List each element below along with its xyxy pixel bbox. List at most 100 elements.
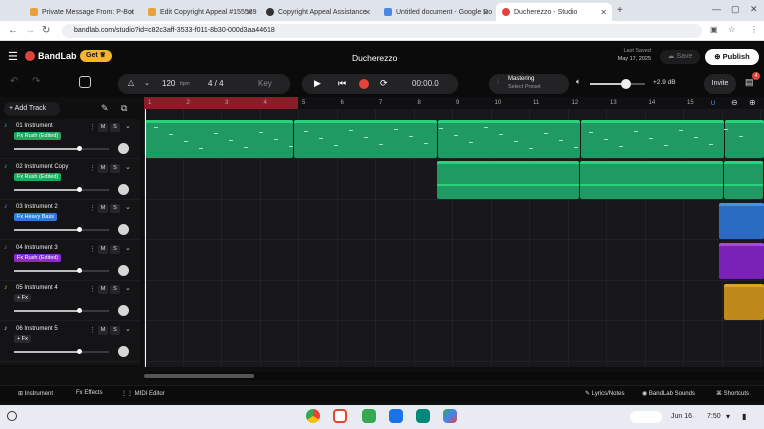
volume-knob[interactable] [76, 146, 82, 151]
midi-clip[interactable] [724, 161, 763, 199]
time-signature[interactable]: 4 / 4 [208, 79, 224, 88]
pan-knob[interactable] [118, 346, 129, 357]
horizontal-scrollbar[interactable] [144, 374, 254, 378]
chevron-down-icon[interactable]: ⌄ [125, 163, 131, 171]
track-volume-slider[interactable] [14, 186, 109, 192]
battery-icon[interactable]: ▮ [742, 412, 746, 421]
more-icon[interactable]: ⋮ [89, 326, 96, 334]
track-row[interactable]: ♪ 05 Instrument 4 + Fx ⋮ M S ⌄ [0, 281, 140, 322]
midi-clip[interactable] [725, 120, 764, 158]
meet-icon[interactable] [416, 409, 430, 423]
sheets-icon[interactable] [362, 409, 376, 423]
new-tab-icon[interactable]: + [617, 5, 623, 16]
chevron-down-icon[interactable]: ⌄ [125, 203, 131, 211]
chevron-down-icon[interactable]: ⌄ [144, 79, 150, 87]
track-row[interactable]: ♪ 04 Instrument 3 Fx Rush (Edited) ⋮ M S ⌄ [0, 241, 140, 281]
more-icon[interactable]: ⋮ [89, 123, 96, 131]
play-store-icon[interactable] [443, 409, 457, 423]
clock-label[interactable]: 7:50 [707, 413, 721, 420]
fx-badge[interactable]: Fx Rush (Edited) [14, 253, 62, 262]
solo-button[interactable]: S [110, 204, 120, 214]
midi-clip[interactable] [581, 120, 724, 158]
key-button[interactable]: Key [258, 79, 272, 88]
fx-badge[interactable]: Fx Heavy Bass [14, 213, 57, 222]
track-lane[interactable] [144, 322, 764, 362]
mute-button[interactable]: M [98, 244, 108, 254]
add-track-button[interactable]: + Add Track [4, 102, 60, 116]
close-icon[interactable]: ✕ [364, 8, 371, 17]
get-membership-button[interactable]: Get ♕ [80, 50, 112, 62]
midi-editor-tab[interactable]: ⋮⋮ MIDI Editor [121, 390, 165, 397]
tray-pill[interactable] [630, 411, 662, 423]
solo-button[interactable]: S [110, 285, 120, 295]
more-icon[interactable]: ⋮ [89, 245, 96, 253]
fx-badge[interactable]: Fx Rush (Edited) [14, 172, 62, 181]
close-icon[interactable]: ✕ [246, 8, 253, 17]
maximize-icon[interactable]: ▢ [731, 4, 740, 15]
minimize-icon[interactable]: — [712, 4, 721, 14]
track-row[interactable]: ♪ 01 Instrument Fx Rush (Edited) ⋮ M S ⌄ [0, 119, 140, 159]
view-toggle-icon[interactable] [79, 76, 91, 88]
midi-clip[interactable] [294, 120, 437, 158]
bandlab-sounds-tab[interactable]: ◉ BandLab Sounds [642, 390, 695, 397]
redo-icon[interactable]: ↷ [32, 76, 40, 87]
url-input[interactable]: bandlab.com/studio?id=c82c3aff-3533-f011… [62, 24, 702, 38]
track-name[interactable]: 04 Instrument 3 [16, 245, 58, 251]
gmail-icon[interactable] [333, 409, 347, 423]
pan-knob[interactable] [118, 183, 129, 195]
track-row[interactable]: ♪ 02 Instrument Copy Fx Rush (Edited) ⋮ M S ⌄ [0, 160, 140, 200]
project-title[interactable]: Ducherezzo [352, 53, 397, 63]
close-icon[interactable]: ✕ [482, 8, 489, 17]
midi-clip[interactable] [719, 203, 764, 239]
invite-button[interactable]: Invite [704, 74, 736, 94]
horizontal-scroll-track[interactable] [144, 372, 764, 380]
track-name[interactable]: 02 Instrument Copy [16, 164, 68, 170]
pan-knob[interactable] [118, 264, 129, 276]
effects-tab[interactable]: Fx Effects [76, 390, 103, 396]
hamburger-icon[interactable]: ☰ [8, 50, 18, 63]
pan-knob[interactable] [118, 305, 129, 317]
snap-icon[interactable]: ⧉ [121, 103, 127, 114]
track-volume-slider[interactable] [14, 227, 109, 233]
track-lane[interactable] [144, 241, 764, 281]
midi-clip[interactable] [724, 284, 764, 320]
midi-clip[interactable] [580, 161, 723, 199]
instrument-tab[interactable]: ⊞ Instrument [18, 390, 53, 397]
tab-google-doc[interactable]: Untitled document - Google Do ✕ [378, 3, 494, 21]
bookmark-icon[interactable]: ☆ [728, 25, 735, 34]
midi-clip[interactable] [719, 243, 764, 279]
track-row[interactable]: ♪ 03 Instrument 2 Fx Heavy Bass ⋮ M S ⌄ [0, 200, 140, 241]
track-name[interactable]: 01 Instrument [16, 123, 53, 129]
more-icon[interactable]: ⋮ [89, 285, 96, 293]
tab-studio[interactable]: Ducherezzo - Studio ✕ [496, 3, 612, 21]
lyrics-notes-tab[interactable]: ✎ Lyrics/Notes [585, 390, 625, 397]
bpm-value[interactable]: 120 [162, 79, 175, 88]
timeline-grid[interactable] [144, 109, 764, 367]
volume-knob[interactable] [76, 349, 82, 354]
track-lane[interactable] [144, 200, 764, 241]
launcher-icon[interactable] [7, 411, 17, 421]
track-volume-slider[interactable] [14, 146, 109, 151]
record-icon[interactable] [359, 79, 369, 89]
install-icon[interactable]: ▣ [710, 25, 718, 34]
wifi-icon[interactable]: ▾ [726, 412, 730, 421]
solo-button[interactable]: S [110, 163, 120, 173]
track-lane[interactable] [144, 281, 764, 322]
solo-button[interactable]: S [110, 123, 120, 132]
play-icon[interactable]: ▶ [314, 78, 321, 89]
more-icon[interactable]: ⋮ [89, 204, 96, 212]
close-icon[interactable]: ✕ [600, 8, 607, 17]
track-volume-slider[interactable] [14, 267, 109, 273]
chevron-down-icon[interactable]: ⌄ [125, 244, 131, 252]
back-icon[interactable]: ← [8, 25, 18, 36]
track-row[interactable]: ♪ 06 Instrument 5 + Fx ⋮ M S ⌄ [0, 322, 140, 362]
forward-icon[interactable]: → [25, 25, 35, 36]
fx-badge[interactable]: + Fx [14, 335, 31, 343]
midi-clip[interactable] [437, 161, 579, 199]
mute-button[interactable]: M [98, 204, 108, 214]
fx-badge[interactable]: Fx Rush (Edited) [14, 132, 62, 140]
volume-icon[interactable]: 🔈︎ [576, 77, 581, 87]
mute-button[interactable]: M [98, 326, 108, 335]
midi-clip[interactable] [438, 120, 580, 158]
midi-clip[interactable] [145, 120, 293, 158]
